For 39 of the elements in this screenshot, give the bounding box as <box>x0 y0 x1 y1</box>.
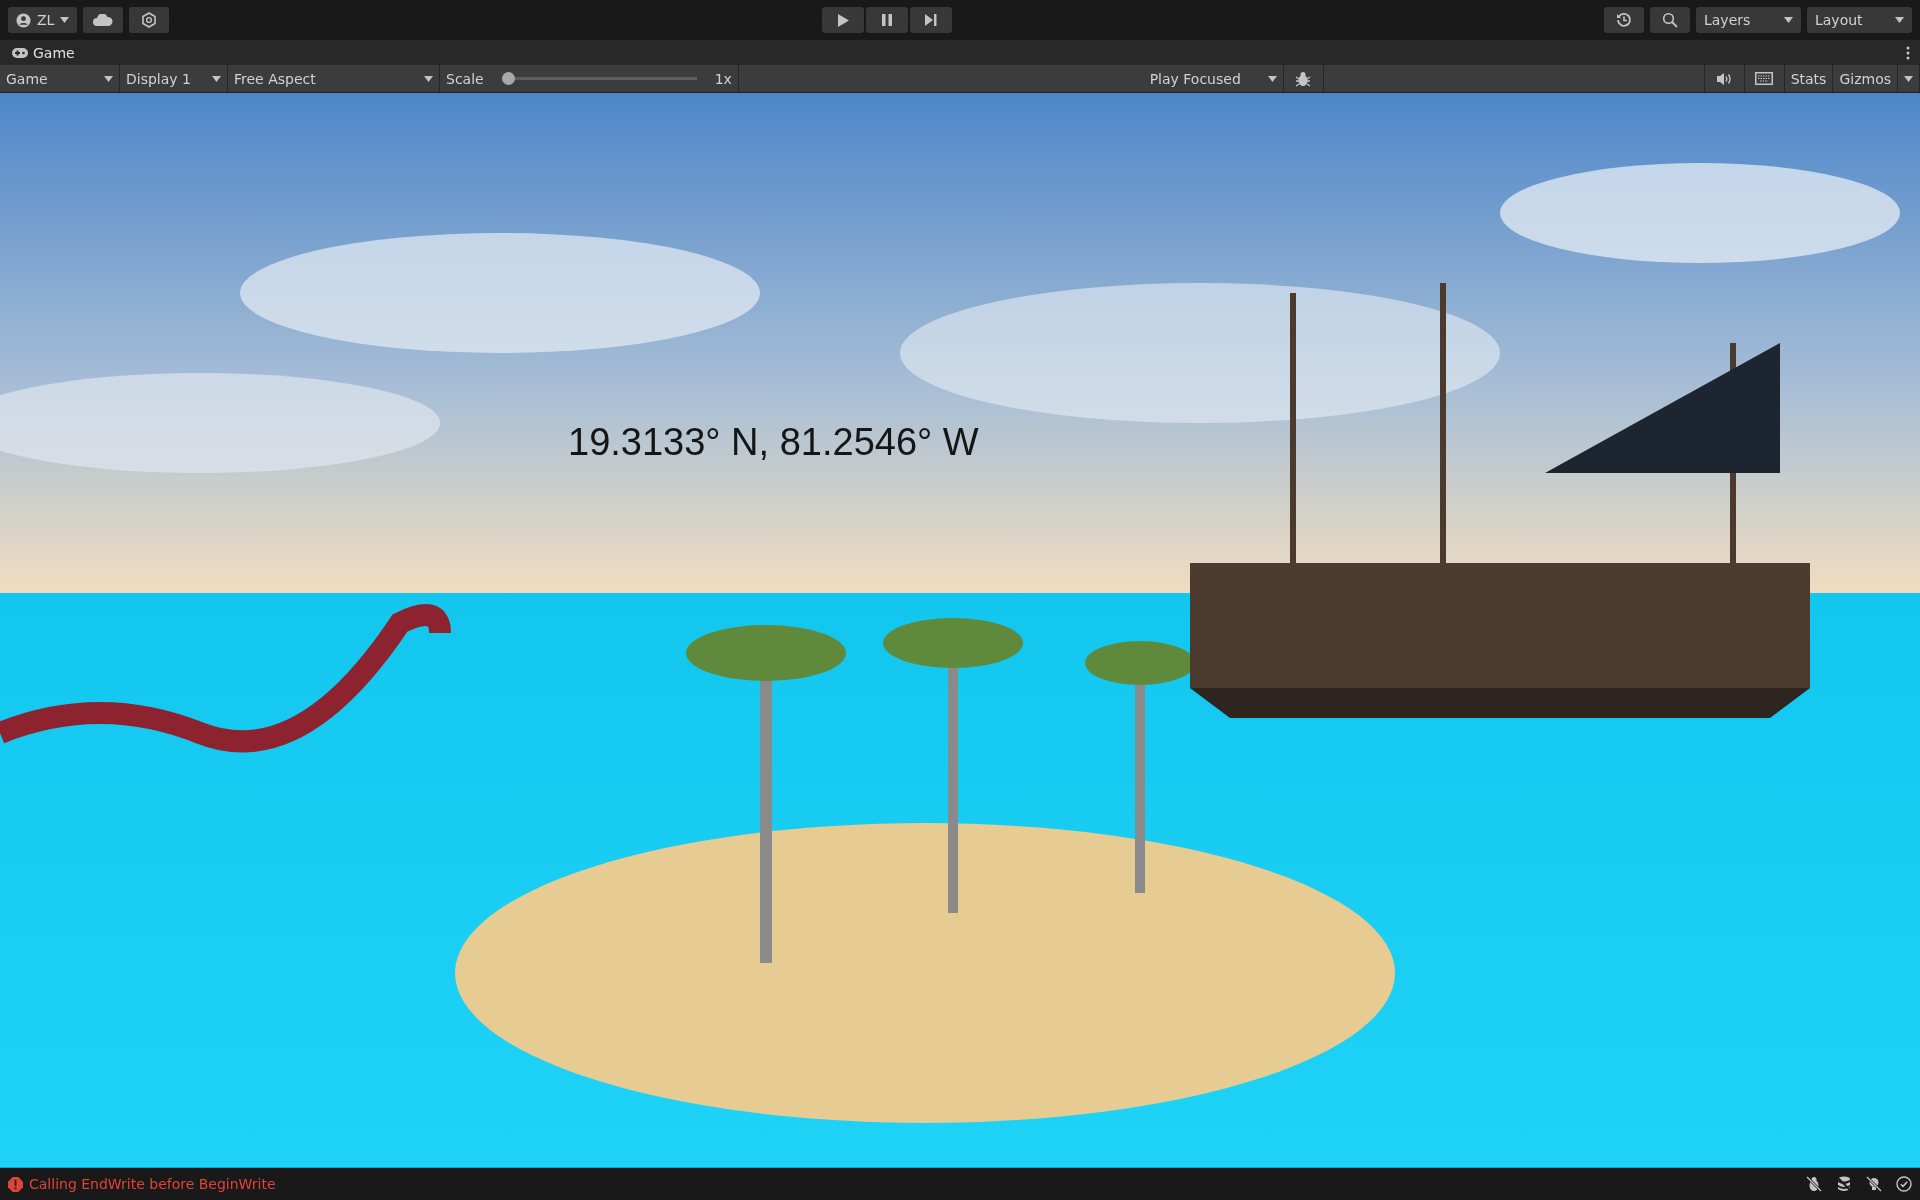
status-message: Calling EndWrite before BeginWrite <box>29 1176 276 1192</box>
user-icon <box>16 12 31 28</box>
caret-icon <box>212 75 221 82</box>
game-tab[interactable]: Game <box>10 40 77 65</box>
play-icon <box>836 13 849 27</box>
cloud-icon <box>93 14 114 26</box>
checkmark-icon[interactable] <box>1896 1176 1912 1192</box>
more-options-icon[interactable] <box>1906 45 1910 60</box>
pause-icon <box>881 14 892 26</box>
error-icon <box>8 1176 23 1192</box>
history-icon <box>1616 12 1632 28</box>
database-icon[interactable] <box>1836 1176 1852 1192</box>
keyboard-icon <box>1755 72 1774 85</box>
cloud-button[interactable] <box>83 7 124 33</box>
bug-icon <box>1295 70 1312 87</box>
search-button[interactable] <box>1650 7 1690 33</box>
pause-button[interactable] <box>865 7 908 33</box>
layout-dropdown[interactable]: Layout <box>1807 7 1912 33</box>
caret-icon <box>104 75 113 82</box>
caret-icon <box>424 75 433 82</box>
account-dropdown[interactable]: ZL <box>8 7 78 33</box>
hexagon-button[interactable] <box>129 7 170 33</box>
hexagon-icon <box>141 12 158 28</box>
caret-icon <box>1904 75 1913 82</box>
caret-icon <box>1267 75 1277 82</box>
caret-icon <box>1784 17 1793 23</box>
scale-value: 1x <box>714 70 732 87</box>
gamepad-icon <box>12 47 28 58</box>
history-button[interactable] <box>1604 7 1644 33</box>
step-button[interactable] <box>909 7 952 33</box>
step-icon <box>924 14 937 26</box>
play-button[interactable] <box>821 7 864 33</box>
caret-icon <box>60 17 70 23</box>
caret-icon <box>1895 17 1904 23</box>
speaker-icon <box>1716 71 1733 86</box>
layers-dropdown[interactable]: Layers <box>1696 7 1801 33</box>
search-icon <box>1662 12 1678 28</box>
scale-label: Scale <box>446 70 484 87</box>
coordinates-text: 19.3133° N, 81.2546° W <box>568 421 979 464</box>
